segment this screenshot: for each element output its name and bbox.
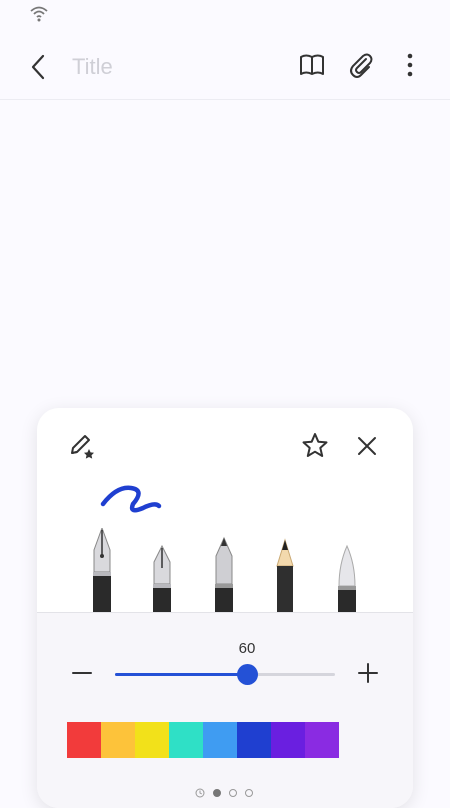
color-swatch[interactable] xyxy=(237,722,271,758)
color-swatch[interactable] xyxy=(135,722,169,758)
color-swatch[interactable] xyxy=(271,722,305,758)
color-swatch[interactable] xyxy=(305,722,339,758)
stroke-preview xyxy=(100,485,162,513)
close-icon[interactable] xyxy=(351,430,383,462)
brush-icon[interactable] xyxy=(331,528,363,614)
pen-size-value: 60 xyxy=(238,640,256,657)
color-swatch[interactable] xyxy=(101,722,135,758)
recent-colors-icon[interactable] xyxy=(195,788,205,798)
top-app-bar xyxy=(0,30,450,100)
star-icon[interactable] xyxy=(299,430,331,462)
pencil-icon[interactable] xyxy=(269,528,301,614)
title-input[interactable] xyxy=(70,50,234,84)
wifi-icon xyxy=(30,6,48,22)
color-swatch[interactable] xyxy=(67,722,101,758)
paperclip-icon[interactable] xyxy=(346,50,376,80)
pen-favorite-settings-icon[interactable] xyxy=(67,430,99,462)
book-icon[interactable] xyxy=(297,50,327,80)
fountain-pen-icon[interactable] xyxy=(86,528,118,614)
color-swatch[interactable] xyxy=(203,722,237,758)
page-dot[interactable] xyxy=(245,789,253,797)
color-palette xyxy=(67,722,339,758)
more-options-icon[interactable] xyxy=(395,50,425,80)
calligraphy-pen-icon[interactable] xyxy=(146,528,178,614)
pen-type-list xyxy=(37,528,413,614)
status-bar xyxy=(0,0,450,30)
page-dot[interactable] xyxy=(229,789,237,797)
palette-page-indicator xyxy=(195,788,253,798)
color-swatch[interactable] xyxy=(169,722,203,758)
slider-thumb[interactable] xyxy=(237,664,258,685)
pen-size-slider[interactable] xyxy=(115,664,335,685)
slider-fill xyxy=(115,673,247,676)
minus-icon[interactable] xyxy=(69,660,95,686)
pen-settings-panel: 60 xyxy=(37,408,413,808)
pen-options-area xyxy=(37,613,413,808)
back-arrow-icon[interactable] xyxy=(22,50,56,84)
ballpoint-pen-icon[interactable] xyxy=(208,528,240,614)
plus-icon[interactable] xyxy=(355,660,381,686)
page-dot[interactable] xyxy=(213,789,221,797)
